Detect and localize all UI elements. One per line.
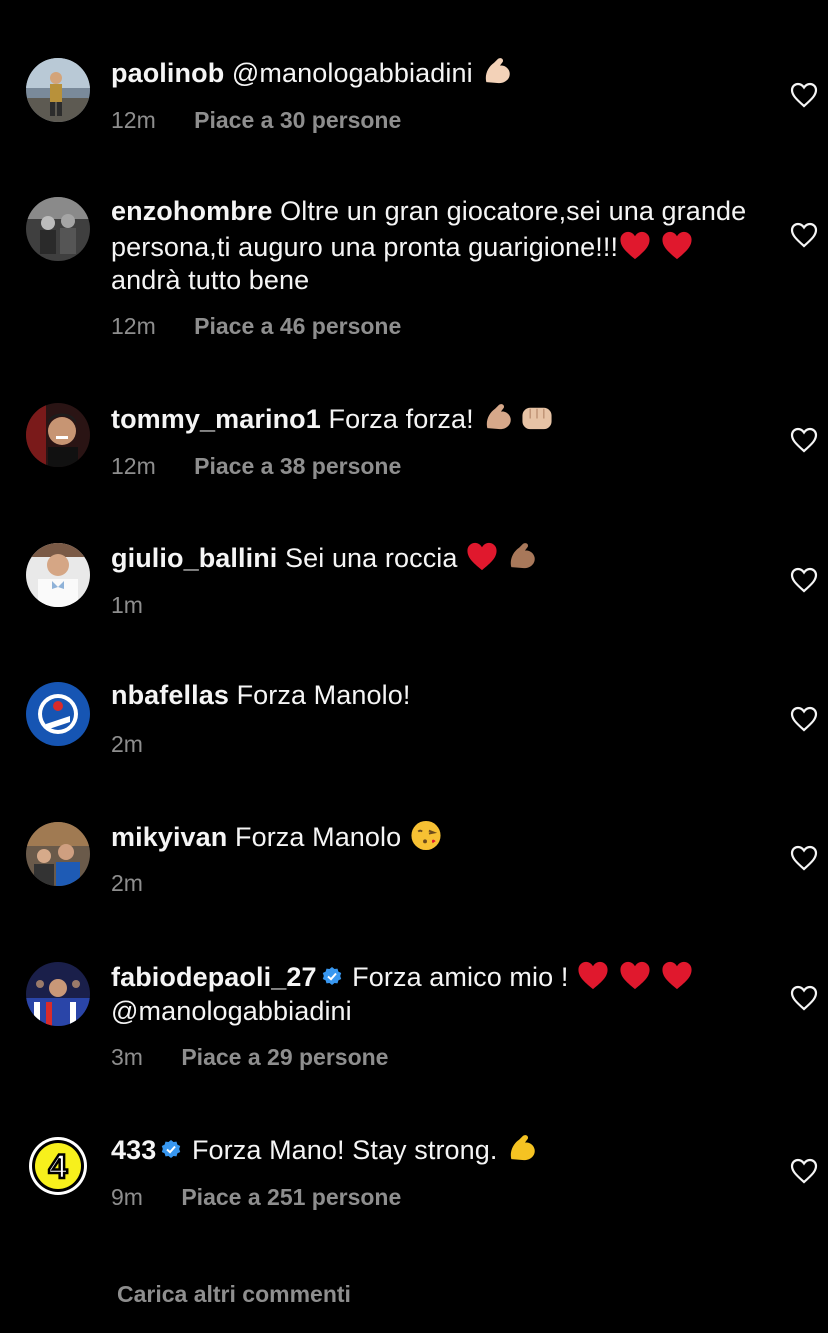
flexed-biceps-icon [481, 401, 515, 434]
comment-body: enzohombre Oltre un gran giocatore,sei u… [111, 195, 751, 298]
comment-time: 9m [111, 1184, 143, 1210]
likes-count[interactable]: Piace a 30 persone [194, 107, 401, 134]
comment-time: 1m [111, 592, 143, 618]
mention-link[interactable]: @manologabbiadini [111, 996, 352, 1026]
face-blowing-kiss-icon [409, 819, 443, 852]
comment-body: nbafellas Forza Manolo! [111, 679, 751, 713]
comment-time: 12m [111, 453, 156, 479]
avatar[interactable] [26, 58, 90, 122]
comments-page: paolinob @manologabbiadini 12m Piace a 3… [0, 0, 828, 1333]
comment-meta: 12m Piace a 38 persone [111, 453, 401, 480]
avatar-photo-icon [26, 822, 90, 886]
flexed-biceps-icon [505, 1132, 539, 1165]
heart-outline-icon[interactable] [790, 985, 818, 1011]
red-heart-icon [618, 229, 652, 262]
nbafellas-logo-icon [26, 682, 90, 746]
avatar-photo-icon [26, 197, 90, 261]
avatar-photo-icon [26, 962, 90, 1026]
433-logo-icon: 4 [26, 1134, 90, 1198]
avatar[interactable] [26, 543, 90, 607]
comment-body: mikyivan Forza Manolo [111, 819, 751, 855]
likes-count[interactable]: Piace a 38 persone [194, 453, 401, 480]
comment-text: Sei una roccia [285, 543, 466, 573]
red-heart-icon [660, 959, 694, 992]
avatar-photo-icon [26, 58, 90, 122]
svg-text:4: 4 [49, 1148, 68, 1186]
avatar[interactable]: 4 [26, 1134, 90, 1198]
load-more-comments-button[interactable]: Carica altri commenti [117, 1281, 351, 1308]
avatar[interactable] [26, 197, 90, 261]
username[interactable]: tommy_marino1 [111, 404, 321, 434]
comment-time: 2m [111, 731, 143, 757]
username[interactable]: mikyivan [111, 822, 227, 852]
likes-count[interactable]: Piace a 251 persone [181, 1184, 401, 1211]
avatar[interactable] [26, 682, 90, 746]
comment-meta: 2m [111, 731, 143, 758]
mention-link[interactable]: @manologabbiadini [232, 58, 480, 88]
comment-time: 2m [111, 870, 143, 896]
verified-badge-icon [321, 966, 343, 988]
comment-body: 433 Forza Mano! Stay strong. [111, 1132, 751, 1168]
avatar[interactable] [26, 403, 90, 467]
comment-meta: 12m Piace a 46 persone [111, 313, 401, 340]
username[interactable]: 433 [111, 1135, 156, 1165]
comment-text: Forza Mano! Stay strong. [191, 1135, 506, 1165]
red-heart-icon [618, 959, 652, 992]
comment-meta: 3m Piace a 29 persone [111, 1044, 388, 1071]
heart-outline-icon[interactable] [790, 845, 818, 871]
likes-count[interactable]: Piace a 29 persone [181, 1044, 388, 1071]
heart-outline-icon[interactable] [790, 222, 818, 248]
username[interactable]: nbafellas [111, 680, 229, 710]
likes-count[interactable]: Piace a 46 persone [194, 313, 401, 340]
comment-body: giulio_ballini Sei una roccia [111, 540, 751, 576]
comment-body: tommy_marino1 Forza forza! [111, 401, 751, 437]
comment-time: 3m [111, 1044, 143, 1070]
red-heart-icon [576, 959, 610, 992]
avatar[interactable] [26, 822, 90, 886]
comment-text: Forza Manolo! [236, 680, 411, 710]
avatar-photo-icon [26, 403, 90, 467]
comment-text: andrà tutto bene [111, 265, 310, 295]
comment-time: 12m [111, 107, 156, 133]
flexed-biceps-icon [505, 540, 539, 573]
username[interactable]: enzohombre [111, 196, 273, 226]
heart-outline-icon[interactable] [790, 82, 818, 108]
avatar-photo-icon [26, 543, 90, 607]
username[interactable]: giulio_ballini [111, 543, 277, 573]
comment-body: paolinob @manologabbiadini [111, 55, 751, 91]
comment-body: fabiodepaoli_27 Forza amico mio ! @manol… [111, 959, 751, 1028]
heart-outline-icon[interactable] [790, 567, 818, 593]
avatar[interactable] [26, 962, 90, 1026]
username[interactable]: paolinob [111, 58, 224, 88]
verified-badge-icon [160, 1139, 182, 1161]
oncoming-fist-icon [519, 401, 555, 434]
comment-meta: 9m Piace a 251 persone [111, 1184, 401, 1211]
comment-time: 12m [111, 313, 156, 339]
heart-outline-icon[interactable] [790, 706, 818, 732]
comment-meta: 2m [111, 870, 143, 897]
comment-text: Forza forza! [328, 404, 482, 434]
comment-meta: 12m Piace a 30 persone [111, 107, 401, 134]
heart-outline-icon[interactable] [790, 1158, 818, 1184]
flexed-biceps-icon [480, 55, 514, 88]
heart-outline-icon[interactable] [790, 427, 818, 453]
username[interactable]: fabiodepaoli_27 [111, 962, 317, 992]
comment-meta: 1m [111, 592, 143, 619]
red-heart-icon [465, 540, 499, 573]
comment-text: Forza Manolo [234, 822, 409, 852]
comment-text: Forza amico mio ! [352, 962, 577, 992]
red-heart-icon [660, 229, 694, 262]
